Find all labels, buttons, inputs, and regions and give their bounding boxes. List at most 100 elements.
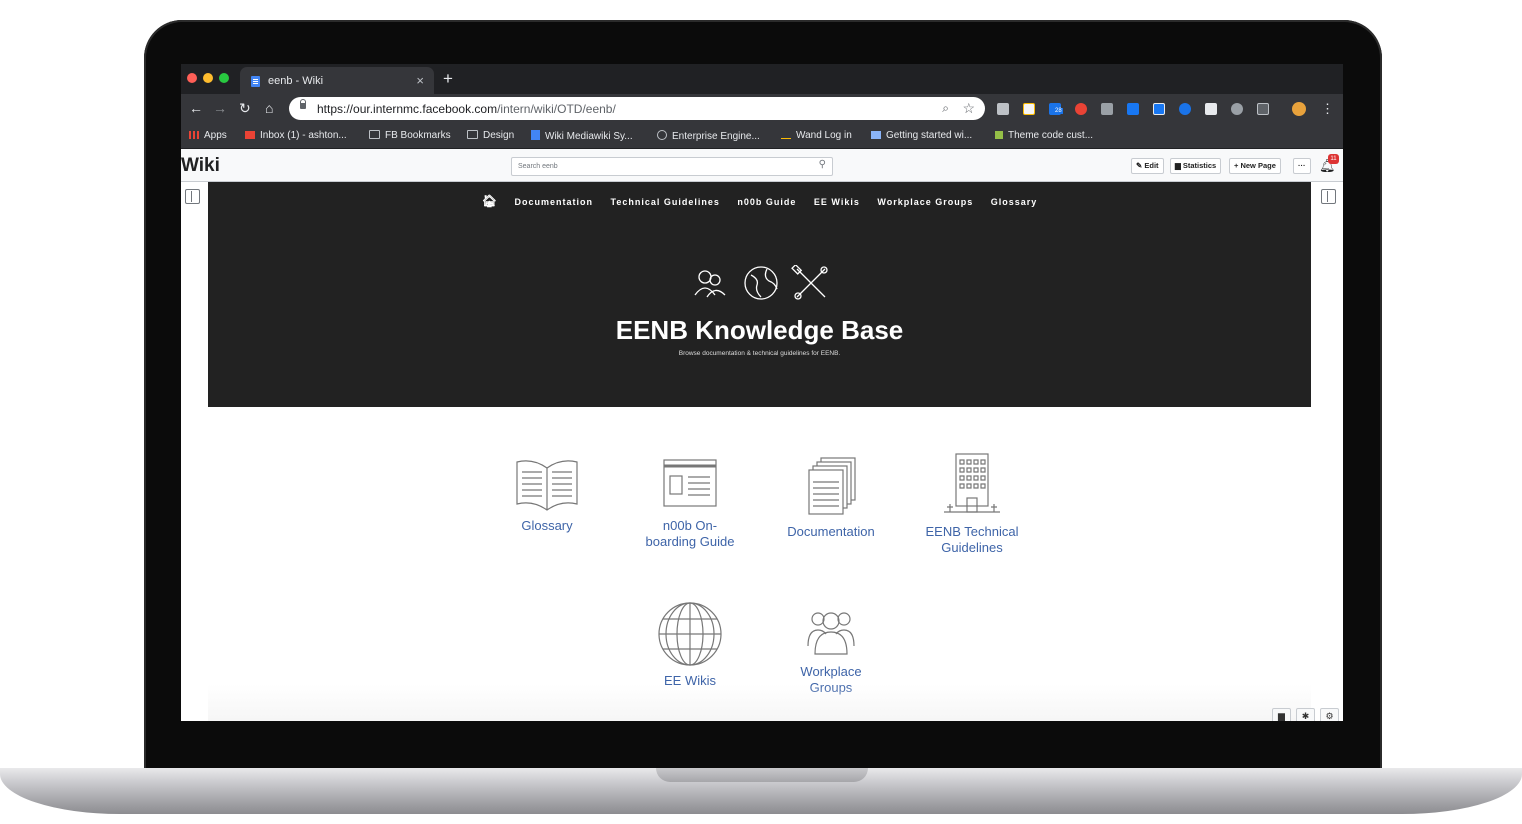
card-workplace-groups[interactable]: WorkplaceGroups <box>771 608 891 696</box>
more-button[interactable]: ··· <box>1293 158 1311 174</box>
apps-grid-icon <box>189 131 199 139</box>
search-icon[interactable]: ⚲ <box>819 159 826 170</box>
nav-workplace-groups[interactable]: Workplace Groups <box>877 197 973 207</box>
bookmark-getting-started[interactable]: Getting started wi... <box>871 130 972 141</box>
hero-icons <box>694 265 828 300</box>
facebook-icon[interactable] <box>1127 103 1139 115</box>
bookmark-label: Enterprise Engine... <box>672 131 760 142</box>
search-placeholder: Search eenb <box>518 163 558 170</box>
notification-badge: 11 <box>1328 154 1339 164</box>
nav-glossary[interactable]: Glossary <box>991 197 1038 207</box>
bookmark-wiki-mediawiki[interactable]: Wiki Mediawiki Sy... <box>531 130 633 142</box>
card-label-line: n00b On- <box>662 518 718 533</box>
bookmark-apps[interactable]: Apps <box>189 130 227 141</box>
bookmark-inbox[interactable]: Inbox (1) - ashton... <box>245 130 347 141</box>
top-nav: 🏠︎ Documentation Technical Guidelines n0… <box>208 194 1311 208</box>
laptop-notch <box>656 768 868 782</box>
wiki-logo[interactable]: Wiki <box>181 155 220 177</box>
extension-icon-f[interactable] <box>1101 103 1113 115</box>
home-icon[interactable]: 🏠︎ <box>482 194 497 208</box>
extension-icon-shield[interactable] <box>1257 103 1269 115</box>
hero-banner: 🏠︎ Documentation Technical Guidelines n0… <box>208 182 1311 407</box>
layout-page-icon <box>663 459 717 507</box>
bookmark-label: Wiki Mediawiki Sy... <box>545 131 633 142</box>
building-icon <box>944 453 1000 513</box>
url-text: https://our.internmc.facebook.com/intern… <box>317 102 616 116</box>
document-icon <box>251 76 260 87</box>
card-glossary[interactable]: Glossary <box>487 456 607 534</box>
browser-toolbar: ← → ↻ ⌂ https://our.internmc.facebook.co… <box>181 94 1343 124</box>
card-label-line: Documentation <box>787 524 875 539</box>
url-host: https://our.internmc.facebook.com <box>317 102 498 116</box>
tools-icon <box>791 265 828 300</box>
page-subtitle: Browse documentation & technical guideli… <box>678 350 841 357</box>
extension-icon-square[interactable] <box>1205 103 1217 115</box>
stack-icon[interactable] <box>1075 103 1087 115</box>
extension-icon-circle[interactable] <box>1231 103 1243 115</box>
page-title: EENB Knowledge Base <box>615 315 904 345</box>
wand-icon <box>781 130 791 139</box>
group-people-icon <box>807 612 855 655</box>
bookmark-theme-code[interactable]: Theme code cust... <box>995 130 1093 141</box>
bookmark-label: Design <box>483 130 515 141</box>
browser-tab-bar: eenb - Wiki × + <box>181 64 1343 94</box>
bookmark-wand-log-in[interactable]: Wand Log in <box>781 130 852 141</box>
extension-icon-2[interactable] <box>1023 103 1035 115</box>
tab-close-button[interactable]: × <box>416 73 424 88</box>
nav-n00b-guide[interactable]: n00b Guide <box>737 197 796 207</box>
edit-button[interactable]: ✎ Edit <box>1131 158 1164 174</box>
close-window-button[interactable] <box>187 73 197 83</box>
card-n00b-guide[interactable]: n00b On-boarding Guide <box>630 456 750 550</box>
nav-ee-wikis[interactable]: EE Wikis <box>814 197 860 207</box>
card-label-line: EENB Technical <box>925 524 1019 539</box>
zoom-icon[interactable]: ⌕ <box>942 101 949 116</box>
bookmark-label: Apps <box>204 130 227 141</box>
maximize-window-button[interactable] <box>219 73 229 83</box>
menu-dots-icon[interactable]: ⋮ <box>1321 101 1334 117</box>
gear-icon[interactable]: ⚙ <box>1320 708 1339 721</box>
video-icon[interactable] <box>1179 103 1191 115</box>
extension-icon-1[interactable] <box>997 103 1009 115</box>
url-path: /intern/wiki/OTD/eenb/ <box>497 102 616 116</box>
tab-title: eenb - Wiki <box>268 75 324 87</box>
profile-avatar-icon[interactable] <box>1292 102 1306 116</box>
nav-documentation[interactable]: Documentation <box>514 197 593 207</box>
right-sidebar-toggle-icon[interactable] <box>1321 189 1336 204</box>
browser-tab[interactable]: eenb - Wiki × <box>240 67 434 94</box>
nav-technical-guidelines[interactable]: Technical Guidelines <box>611 197 720 207</box>
bookmark-enterprise-engine[interactable]: Enterprise Engine... <box>657 130 760 142</box>
bookmark-label: Theme code cust... <box>1008 130 1094 141</box>
card-label: Glossary <box>487 518 607 534</box>
bookmark-star-icon[interactable]: ☆ <box>962 100 975 117</box>
open-book-icon <box>516 460 578 511</box>
stats-icon[interactable]: ▆ <box>1272 708 1291 721</box>
bookmark-fb-bookmarks[interactable]: FB Bookmarks <box>369 130 451 141</box>
card-technical-guidelines[interactable]: EENB Technical Guidelines <box>912 452 1032 556</box>
statistics-button[interactable]: ▆ Statistics <box>1170 158 1222 174</box>
new-page-button[interactable]: + New Page <box>1229 158 1281 174</box>
bookmark-label: FB Bookmarks <box>385 130 451 141</box>
bookmark-label: Inbox (1) - ashton... <box>260 130 347 141</box>
card-label-line: Workplace <box>800 664 862 679</box>
home-icon[interactable]: ⌂ <box>265 100 273 116</box>
bookmark-design[interactable]: Design <box>467 130 514 141</box>
facebook-icon-2[interactable] <box>1153 103 1165 115</box>
bookmarks-bar: Apps Inbox (1) - ashton... FB Bookmarks … <box>181 124 1343 149</box>
globe-icon <box>744 266 778 300</box>
new-tab-button[interactable]: + <box>443 69 453 89</box>
folder-icon <box>369 130 380 139</box>
card-ee-wikis[interactable]: EE Wikis <box>630 601 750 689</box>
screen: eenb - Wiki × + ← → ↻ ⌂ https://our.inte… <box>181 64 1343 721</box>
calendar-badge: 28 <box>1054 108 1063 114</box>
address-bar[interactable]: https://our.internmc.facebook.com/intern… <box>289 97 985 120</box>
bug-icon[interactable]: ✱ <box>1296 708 1315 721</box>
card-label-line: Guidelines <box>941 540 1003 555</box>
minimize-window-button[interactable] <box>203 73 213 83</box>
card-documentation[interactable]: Documentation <box>771 456 891 540</box>
search-input[interactable]: Search eenb ⚲ <box>511 157 833 176</box>
back-arrow-icon[interactable]: ← <box>189 100 203 116</box>
reload-icon[interactable]: ↻ <box>239 100 251 117</box>
people-icon <box>694 270 726 298</box>
left-sidebar-toggle-icon[interactable] <box>185 189 200 204</box>
forward-arrow-icon[interactable]: → <box>213 100 227 116</box>
